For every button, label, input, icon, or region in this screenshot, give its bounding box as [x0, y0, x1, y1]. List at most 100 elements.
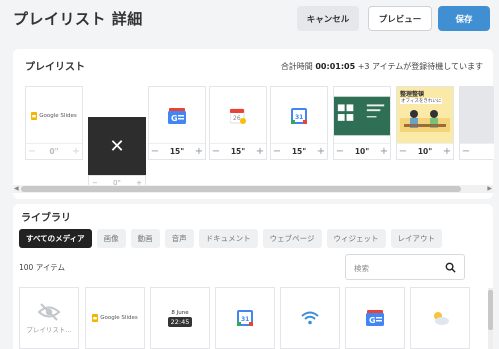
google-slides-label: Google Slides: [39, 112, 77, 119]
filter-document[interactable]: ドキュメント: [198, 229, 258, 248]
thumbnail: Google Slides: [26, 87, 82, 144]
wifi-icon: [301, 311, 319, 325]
scroll-left-icon[interactable]: ◀: [14, 185, 19, 193]
duration-control: − 15" +: [271, 143, 327, 159]
preview-button[interactable]: プレビュー: [368, 6, 432, 31]
thumbnail: G: [149, 87, 205, 144]
duration-control: − 15" +: [149, 143, 205, 159]
office-illustration-icon: [400, 110, 450, 132]
google-slides-icon: Google Slides: [31, 111, 77, 120]
eye-off-icon: [37, 302, 61, 321]
weather-icon: [434, 312, 449, 325]
save-button[interactable]: 保存: [438, 6, 490, 31]
item-count: 100 アイテム: [19, 263, 65, 272]
decrease-button[interactable]: −: [149, 146, 161, 157]
library-item-google-calendar[interactable]: 31: [215, 287, 275, 349]
google-calendar-icon: 31: [237, 310, 253, 326]
duration-control: −: [460, 143, 494, 159]
top-bar: プレイリスト 詳細 キャンセル プレビュー 保存: [0, 0, 499, 40]
filter-layout[interactable]: レイアウト: [390, 229, 443, 248]
playlist-item-partial[interactable]: −: [459, 86, 494, 160]
svg-text:G: G: [171, 114, 178, 123]
increase-button[interactable]: +: [378, 146, 390, 157]
duration-value: 10": [417, 147, 433, 156]
library-item-hidden-playlist[interactable]: プレイリスト...: [19, 287, 79, 349]
increase-button[interactable]: +: [254, 146, 266, 157]
playlist-item-office-cleanup[interactable]: 整理整頓 オフィスをきれいに − 10" +: [396, 86, 454, 160]
scrollbar-thumb[interactable]: [488, 290, 493, 330]
google-news-icon: G: [168, 107, 186, 124]
page-title: プレイリスト 詳細: [13, 10, 143, 28]
calendar-icon: 26: [230, 108, 246, 124]
total-time-info: 合計時間 00:01:05 +3 アイテムが登録待機しています: [281, 61, 483, 72]
search-icon[interactable]: [445, 262, 456, 273]
filter-widget[interactable]: ウィジェット: [326, 229, 386, 248]
scroll-right-icon[interactable]: ▶: [487, 185, 492, 193]
cancel-button[interactable]: キャンセル: [297, 6, 359, 31]
duration-value: 0": [49, 147, 59, 156]
total-time-value: 00:01:05: [315, 62, 356, 71]
search-input[interactable]: 検索: [345, 254, 465, 280]
total-time-label: 合計時間: [280, 62, 313, 71]
horizontal-scrollbar[interactable]: ◀ ▶: [13, 185, 493, 193]
duration-value: 15": [291, 147, 307, 156]
clock-time: 22:45: [167, 316, 193, 327]
duration-value: 15": [169, 147, 185, 156]
increase-button[interactable]: +: [70, 146, 82, 157]
playlist-item-green-slide[interactable]: − 10" +: [333, 86, 391, 160]
library-item-google-news[interactable]: G: [345, 287, 405, 349]
dragging-item-ghost[interactable]: ✕: [88, 117, 146, 175]
decrease-button[interactable]: −: [334, 146, 346, 157]
thumbnail: 整理整頓 オフィスをきれいに: [397, 87, 453, 144]
google-news-icon: G: [366, 310, 384, 326]
increase-button[interactable]: +: [315, 146, 327, 157]
playlist-item-calendar[interactable]: 26 − 15" +: [209, 86, 267, 160]
pending-items-note: +3 アイテムが登録待機しています: [357, 62, 483, 71]
increase-button[interactable]: +: [441, 146, 453, 157]
duration-control: − 15" +: [210, 143, 266, 159]
google-calendar-icon: 31: [291, 107, 307, 124]
media-filter-tabs: すべてのメディア 画像 動画 音声 ドキュメント ウェブページ ウィジェット レ…: [19, 229, 443, 248]
playlist-item-google-news[interactable]: G − 15" +: [148, 86, 206, 160]
thumbnail: [334, 87, 390, 144]
filter-audio[interactable]: 音声: [164, 229, 194, 248]
decrease-button[interactable]: −: [397, 146, 409, 157]
playlist-title: プレイリスト: [25, 62, 85, 73]
svg-text:26: 26: [233, 115, 241, 122]
library-item-wifi[interactable]: [280, 287, 340, 349]
playlist-item-google-calendar[interactable]: 31 − 15" +: [270, 86, 328, 160]
filter-video[interactable]: 動画: [130, 229, 160, 248]
decrease-button[interactable]: −: [460, 146, 472, 157]
slide-caption-title: 整理整頓: [400, 91, 425, 98]
vertical-scrollbar[interactable]: [488, 288, 493, 349]
library-title: ライブラリ: [21, 213, 71, 224]
decrease-button[interactable]: −: [210, 146, 222, 157]
thumbnail: 31: [271, 87, 327, 144]
thumbnail: 26: [210, 87, 266, 144]
duration-control: − 10" +: [397, 143, 453, 159]
library-item-clock[interactable]: 8 June 22:45: [150, 287, 210, 349]
filter-all-media[interactable]: すべてのメディア: [19, 229, 92, 248]
svg-text:31: 31: [241, 316, 249, 323]
decrease-button[interactable]: −: [271, 146, 283, 157]
search-placeholder: 検索: [354, 264, 369, 273]
playlist-item-google-slides[interactable]: Google Slides − 0" +: [25, 86, 83, 160]
library-item-weather[interactable]: [410, 287, 470, 349]
duration-value: 15": [230, 147, 246, 156]
duration-control: − 0" +: [26, 143, 82, 159]
filter-webpage[interactable]: ウェブページ: [262, 229, 322, 248]
decrease-button[interactable]: −: [26, 146, 38, 157]
scrollbar-thumb[interactable]: [21, 186, 461, 192]
increase-button[interactable]: +: [193, 146, 205, 157]
library-panel: ライブラリ すべてのメディア 画像 動画 音声 ドキュメント ウェブページ ウィ…: [13, 204, 493, 349]
green-slide-image: [334, 96, 390, 135]
close-icon[interactable]: ✕: [109, 136, 124, 157]
duration-value: 10": [354, 147, 370, 156]
filter-image[interactable]: 画像: [96, 229, 126, 248]
library-item-label: プレイリスト...: [26, 325, 72, 334]
library-item-google-slides[interactable]: Google Slides: [85, 287, 145, 349]
playlist-panel: プレイリスト 合計時間 00:01:05 +3 アイテムが登録待機しています G…: [13, 49, 494, 199]
google-slides-label: Google Slides: [100, 315, 138, 321]
duration-control: − 10" +: [334, 143, 390, 159]
clock-date: 8 June: [171, 309, 189, 316]
